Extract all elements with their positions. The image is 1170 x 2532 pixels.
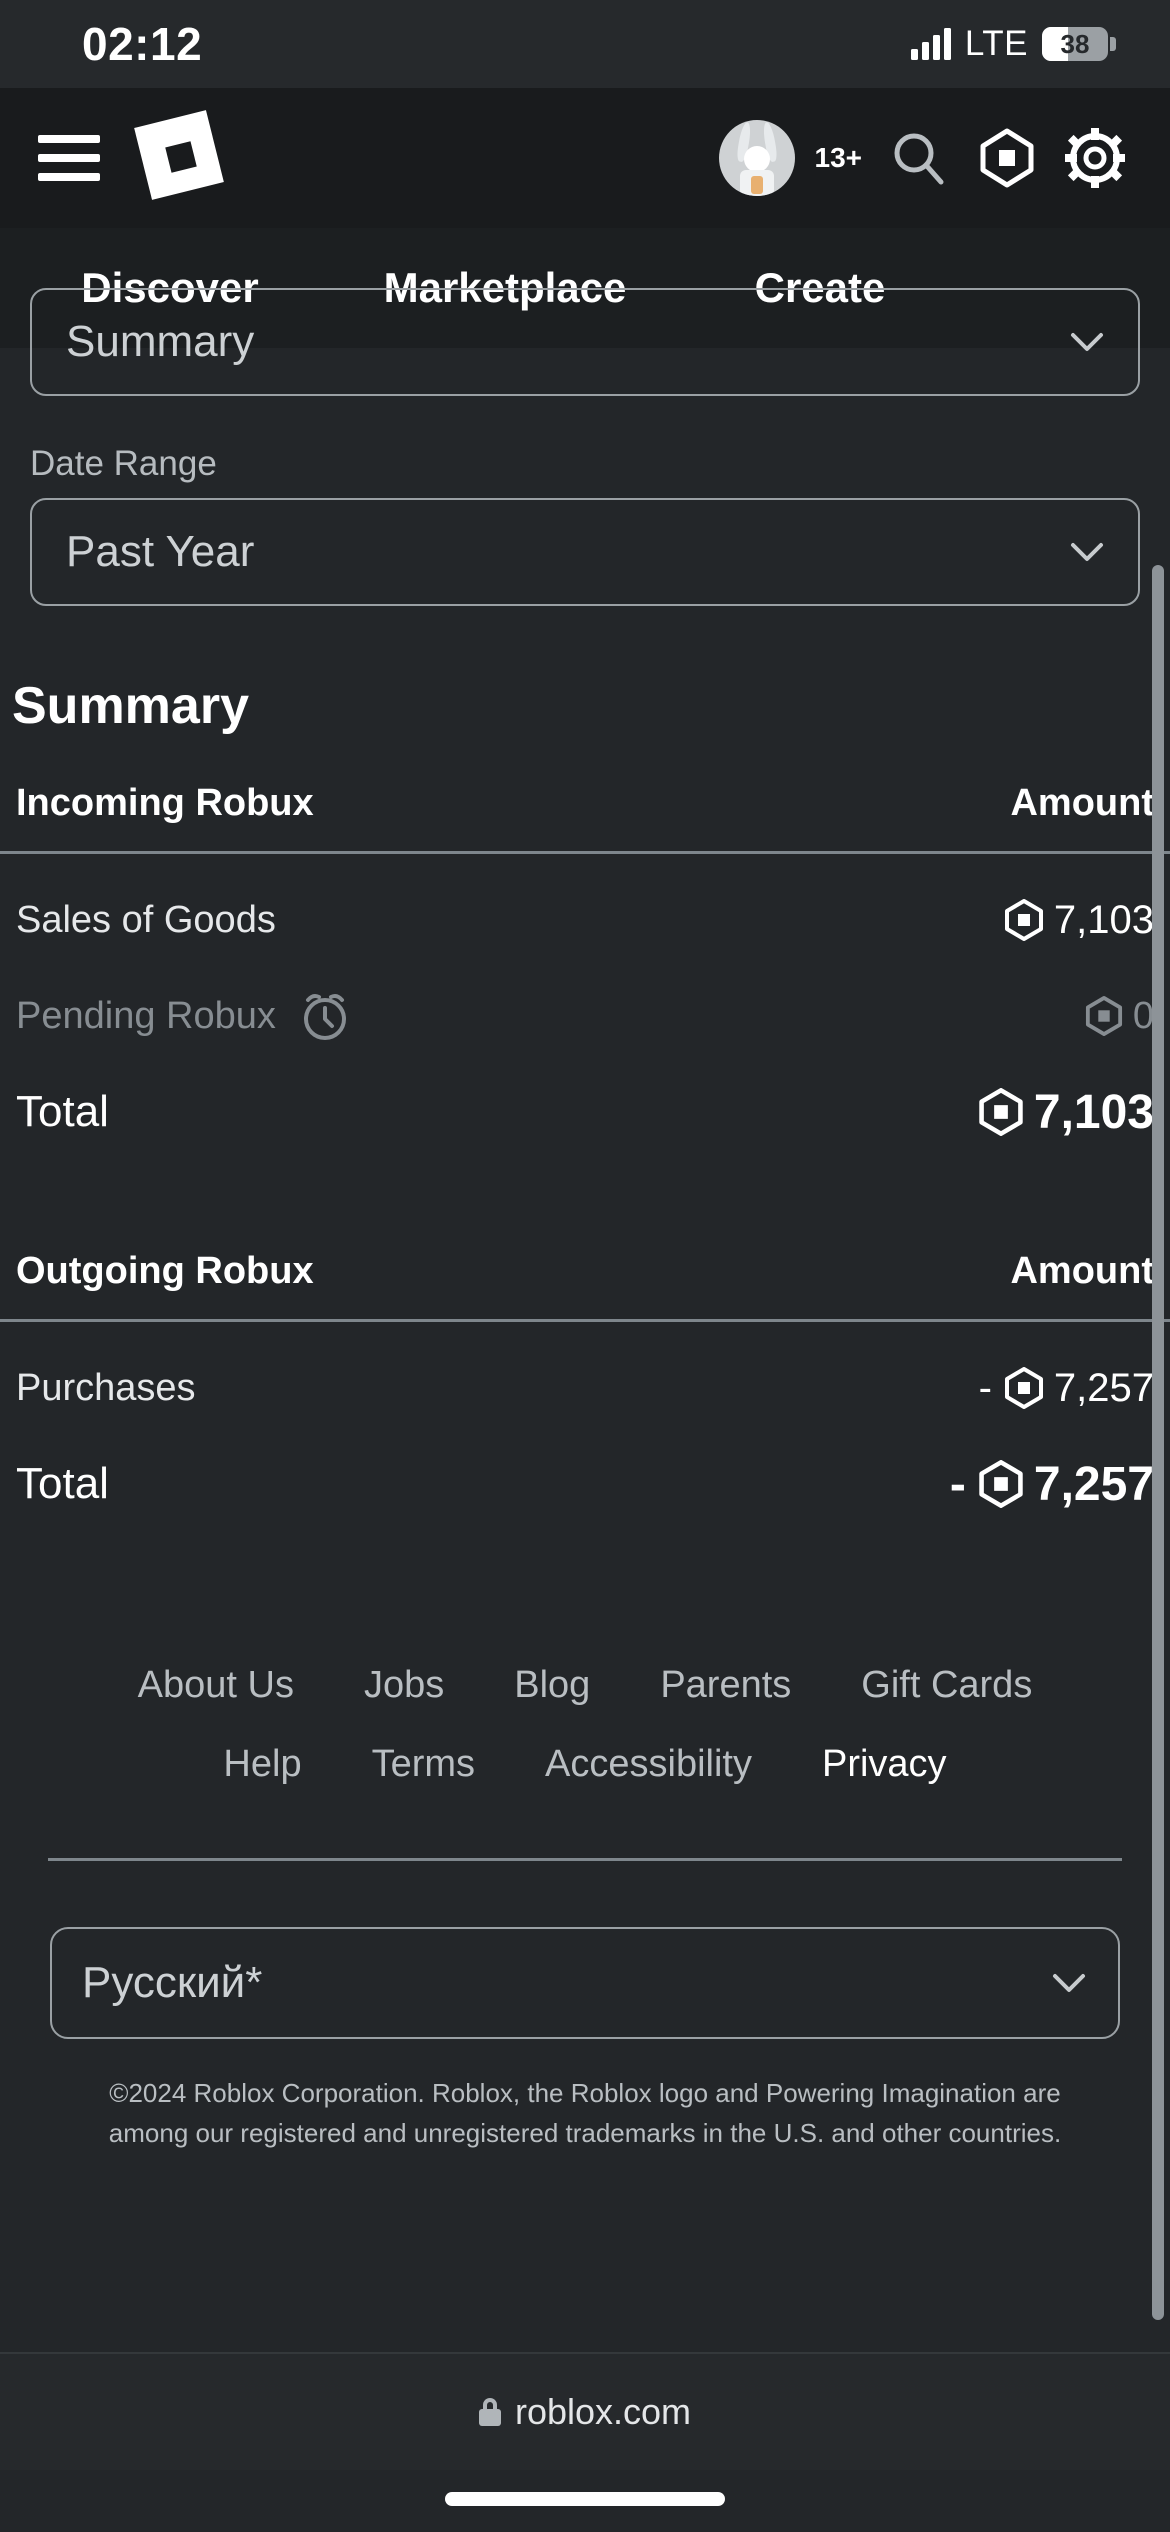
- signal-bars-icon: [910, 28, 951, 60]
- footer-link-help[interactable]: Help: [223, 1743, 301, 1786]
- incoming-header-amount: Amount: [1010, 782, 1154, 824]
- robux-icon: [1004, 1367, 1044, 1409]
- row-label: Pending Robux: [16, 989, 352, 1043]
- search-icon[interactable]: [888, 127, 950, 189]
- negative-sign: -: [978, 1365, 992, 1410]
- row-label-text: Pending Robux: [16, 994, 276, 1037]
- table-row-total: Total 7,103: [0, 1046, 1170, 1142]
- row-amount: - 7,257: [979, 1366, 1154, 1411]
- row-amount: 0: [1085, 995, 1154, 1038]
- report-type-value: Summary: [66, 317, 255, 366]
- footer-link-parents[interactable]: Parents: [660, 1664, 791, 1707]
- report-type-select[interactable]: Summary: [30, 288, 1140, 396]
- footer-links-row-2: Help Terms Accessibility Privacy: [30, 1743, 1140, 1786]
- row-amount-value: 7,257: [1053, 1365, 1154, 1410]
- footer-links-row-1: About Us Jobs Blog Parents Gift Cards: [30, 1664, 1140, 1707]
- status-indicators: LTE 38: [910, 24, 1116, 64]
- phone-screen: 02:12 LTE 38 13+ Discover Marketplace Cr…: [0, 0, 1170, 2532]
- total-amount-value: 7,257: [1033, 1457, 1154, 1511]
- battery-icon: 38: [1042, 27, 1116, 61]
- robux-icon[interactable]: [976, 127, 1038, 189]
- footer-link-accessibility[interactable]: Accessibility: [545, 1743, 752, 1786]
- footer-link-about-us[interactable]: About Us: [138, 1664, 294, 1707]
- row-amount: 7,103: [1004, 898, 1154, 943]
- chevron-down-icon: [1052, 1972, 1086, 1994]
- row-amount-value: 0: [1132, 994, 1154, 1037]
- app-header: 13+: [0, 88, 1170, 228]
- status-bar: 02:12 LTE 38: [0, 0, 1170, 88]
- roblox-logo-icon[interactable]: [134, 110, 224, 202]
- url-text: roblox.com: [514, 2391, 692, 2432]
- outgoing-header-amount: Amount: [1010, 1250, 1154, 1292]
- page-scrollbar[interactable]: [1152, 565, 1164, 2320]
- chevron-down-icon: [1070, 541, 1104, 563]
- total-amount-value: 7,103: [1033, 1085, 1154, 1139]
- robux-icon: [1004, 899, 1044, 941]
- age-badge: 13+: [814, 142, 863, 173]
- incoming-header-label: Incoming Robux: [16, 782, 314, 824]
- network-type-label: LTE: [964, 24, 1028, 63]
- table-row-total: Total - 7,257: [0, 1418, 1170, 1514]
- status-time: 02:12: [82, 18, 203, 70]
- total-label: Total: [16, 1087, 109, 1136]
- row-label: Purchases: [16, 1366, 196, 1409]
- header-actions: 13+: [718, 120, 1141, 196]
- footer-link-gift-cards[interactable]: Gift Cards: [861, 1664, 1032, 1707]
- row-label: Sales of Goods: [16, 898, 276, 941]
- chevron-down-icon: [1070, 331, 1104, 353]
- battery-percent-label: 38: [1060, 29, 1090, 59]
- language-value: Русский*: [82, 1958, 263, 2007]
- date-range-value: Past Year: [66, 527, 255, 576]
- browser-url-bar[interactable]: roblox.com: [0, 2352, 1170, 2470]
- gear-icon[interactable]: [1064, 127, 1126, 189]
- table-row: Purchases - 7,257: [0, 1322, 1170, 1418]
- total-amount: 7,103: [978, 1085, 1154, 1140]
- table-header: Outgoing Robux Amount: [0, 1250, 1170, 1322]
- negative-sign: -: [949, 1457, 966, 1511]
- date-range-select[interactable]: Past Year: [30, 498, 1140, 606]
- date-range-label: Date Range: [30, 444, 217, 483]
- lock-icon: [478, 2398, 501, 2426]
- footer-divider: [48, 1858, 1122, 1861]
- outgoing-header-label: Outgoing Robux: [16, 1250, 314, 1292]
- page-content: Summary Date Range Past Year Summary Inc…: [0, 288, 1170, 2470]
- home-indicator[interactable]: [445, 2492, 725, 2506]
- total-amount: - 7,257: [950, 1457, 1154, 1512]
- outgoing-robux-table: Outgoing Robux Amount Purchases - 7,257 …: [0, 1250, 1170, 1514]
- incoming-robux-table: Incoming Robux Amount Sales of Goods 7,1…: [0, 782, 1170, 1142]
- footer-link-terms[interactable]: Terms: [372, 1743, 475, 1786]
- language-select[interactable]: Русский*: [50, 1927, 1120, 2039]
- alarm-clock-icon: [298, 989, 352, 1043]
- footer: About Us Jobs Blog Parents Gift Cards He…: [0, 1664, 1170, 2154]
- footer-link-jobs[interactable]: Jobs: [364, 1664, 444, 1707]
- footer-link-privacy[interactable]: Privacy: [822, 1743, 947, 1786]
- robux-icon: [978, 1088, 1024, 1136]
- user-avatar-icon[interactable]: [718, 120, 795, 196]
- total-label: Total: [16, 1459, 109, 1508]
- copyright-text: ©2024 Roblox Corporation. Roblox, the Ro…: [108, 2078, 1062, 2149]
- table-header: Incoming Robux Amount: [0, 782, 1170, 854]
- footer-link-blog[interactable]: Blog: [514, 1664, 590, 1707]
- table-row: Sales of Goods 7,103: [0, 854, 1170, 950]
- robux-icon: [1085, 996, 1123, 1036]
- robux-icon: [978, 1460, 1024, 1508]
- page-title: Summary: [12, 677, 249, 735]
- row-amount-value: 7,103: [1053, 897, 1154, 942]
- table-row: Pending Robux 0: [0, 950, 1170, 1046]
- hamburger-menu-icon[interactable]: [38, 135, 100, 181]
